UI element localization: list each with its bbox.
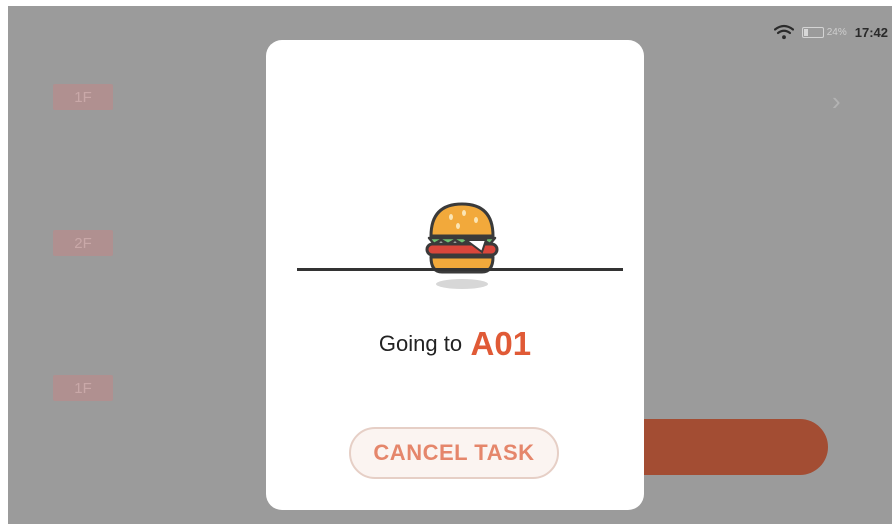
battery-fill [803,28,808,36]
progress-track-line [297,268,623,271]
status-prefix: Going to [378,331,463,356]
burger-icon [425,202,499,289]
chevron-right-icon: › [832,86,841,116]
battery-percent: 24% [826,26,847,38]
task-status: Going to A01 [266,325,644,363]
floor-tag-label: 2F [74,234,92,252]
status-clock: 17:42 [854,24,888,40]
cancel-task-button[interactable]: CANCEL TASK [349,427,559,479]
battery-icon [801,26,824,38]
background-action-button [638,419,828,475]
status-bar: 24% 17:42 [773,20,888,44]
floor-tag-2f: 2F [53,230,113,256]
wifi-icon [773,24,794,40]
battery-indicator: 24% [801,26,847,38]
app-screen: 1F 2F 1F › 24% 17:42 Going to A01 CANCEL… [8,6,892,524]
floor-tag-label: 1F [74,88,92,106]
floor-tag-label: 1F [74,379,92,397]
floor-tag-1f-second: 1F [53,375,113,401]
destination-label: A01 [470,325,532,362]
floor-tag-1f: 1F [53,84,113,110]
task-dialog: Going to A01 CANCEL TASK [266,40,644,510]
